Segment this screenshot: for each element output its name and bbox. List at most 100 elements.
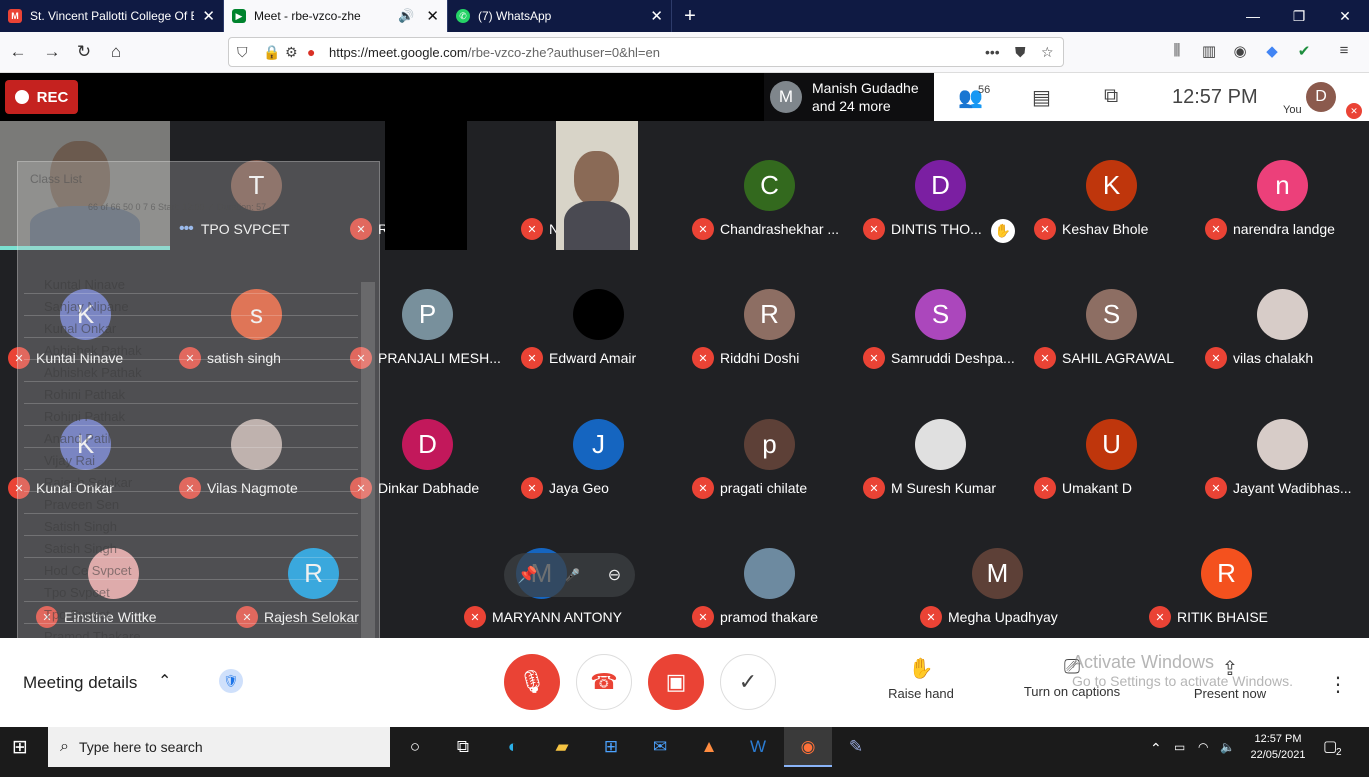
pin-icon[interactable]: 📌: [518, 565, 538, 585]
extension-check-button[interactable]: ✓: [720, 654, 776, 710]
raise-hand-button[interactable]: ✋ Raise hand: [861, 656, 981, 701]
participant-tile[interactable]: K ✕ Keshav Bhole: [1026, 121, 1197, 250]
library-icon[interactable]: ⫼: [1167, 42, 1187, 59]
task-view-icon[interactable]: ⧉: [450, 735, 476, 759]
presenter-chip[interactable]: M Manish Gudadhe and 24 more: [764, 73, 934, 121]
menu-icon[interactable]: ≡: [1334, 42, 1354, 59]
participant-tile[interactable]: n ✕ narendra landge: [1197, 121, 1368, 250]
close-icon[interactable]: ✕: [650, 7, 663, 25]
back-button[interactable]: ←: [6, 40, 30, 64]
participant-tile[interactable]: R ✕ Riddhi Doshi: [684, 250, 855, 379]
windows-start-icon[interactable]: ⊞: [12, 736, 28, 759]
participant-name: ✕ Keshav Bhole: [1034, 218, 1148, 240]
presenter-more: and 24 more: [812, 98, 891, 114]
tray-chevron-icon[interactable]: ⌃: [1150, 740, 1162, 757]
participant-name-text: Umakant D: [1062, 480, 1133, 496]
taskbar-clock[interactable]: 12:57 PM 22/05/2021: [1243, 731, 1313, 763]
cortana-icon[interactable]: ○: [402, 735, 428, 759]
activities-icon[interactable]: ⧉: [1104, 85, 1118, 108]
participant-name-text: Riddhi Doshi: [720, 350, 800, 366]
url-bar[interactable]: ⛉ 🔒 ⚙ ● https://meet.google.com/rbe-vzco…: [228, 37, 1064, 67]
rec-label: REC: [36, 88, 69, 106]
mic-muted-icon: ✕: [863, 218, 885, 240]
participant-tile[interactable]: S ✕ Samruddi Deshpa...: [855, 250, 1026, 379]
participant-tile[interactable]: ✕ pramod thakare: [684, 509, 855, 638]
forward-button[interactable]: →: [40, 40, 64, 64]
sidebar-icon[interactable]: ▥: [1199, 42, 1219, 60]
participant-name: ✕ pragati chilate: [692, 477, 807, 499]
permissions-icon[interactable]: ⚙: [285, 44, 298, 61]
store-icon[interactable]: ⊞: [598, 735, 624, 759]
participant-name: ✕ M Suresh Kumar: [863, 477, 996, 499]
leave-call-button[interactable]: ☎: [576, 654, 632, 710]
class-list-row: Praveen Sen: [24, 495, 358, 514]
meet-toolbar: 👥 56 ▤ ⧉: [934, 73, 1369, 121]
firefox-icon[interactable]: ◉: [795, 735, 821, 759]
participant-name-text: MARYANN ANTONY: [492, 609, 622, 625]
taskbar-search[interactable]: ⌕ Type here to search: [48, 727, 390, 767]
class-list-row: Sanjay Nipane: [24, 297, 358, 316]
mic-muted-icon: ✕: [1034, 477, 1056, 499]
participant-tile[interactable]: p ✕ pragati chilate: [684, 380, 855, 509]
chevron-up-icon[interactable]: ⌃: [158, 671, 171, 691]
participant-tile[interactable]: C ✕ Chandrashekhar ...: [684, 121, 855, 250]
close-icon[interactable]: ✕: [426, 7, 439, 25]
shield-icon[interactable]: ⛉: [237, 44, 248, 61]
mail-icon[interactable]: ✉: [647, 735, 673, 759]
meeting-details-button[interactable]: Meeting details: [23, 673, 137, 693]
microphone-toggle-button[interactable]: 🎙: [504, 654, 560, 710]
participant-tile[interactable]: S ✕ SAHIL AGRAWAL: [1026, 250, 1197, 379]
matlab-icon[interactable]: ▲: [696, 735, 722, 759]
edge-icon[interactable]: ◐: [500, 735, 526, 759]
close-icon[interactable]: ✕: [202, 7, 215, 25]
lock-icon[interactable]: 🔒: [263, 44, 280, 61]
class-list-row: Rajesh Selokar: [24, 473, 358, 492]
participant-tile[interactable]: M ✕ Megha Upadhyay: [912, 509, 1083, 638]
participant-tile[interactable]: U ✕ Umakant D: [1026, 380, 1197, 509]
home-button[interactable]: ⌂: [104, 40, 128, 64]
recording-badge: REC: [5, 80, 78, 114]
file-explorer-icon[interactable]: ▰: [549, 735, 575, 759]
participant-tile[interactable]: R ✕ RITIK BHAISE: [1141, 509, 1312, 638]
microphone-icon[interactable]: ●: [307, 44, 315, 60]
tab-meet[interactable]: ▶ Meet - rbe-vzco-zhe 🔊 ✕: [224, 0, 448, 32]
security-shield-icon[interactable]: 🛡: [219, 669, 243, 693]
participant-name: ✕ Edward Amair: [521, 347, 636, 369]
volume-icon[interactable]: 🔈: [1220, 740, 1235, 754]
tile-hover-controls[interactable]: 📌 🎤 ⊖: [504, 553, 635, 597]
speaker-icon[interactable]: 🔊: [398, 8, 414, 24]
participant-tile[interactable]: J ✕ Jaya Geo: [513, 380, 684, 509]
self-avatar[interactable]: D: [1306, 82, 1336, 112]
wifi-icon[interactable]: ◠: [1198, 740, 1208, 754]
camera-toggle-button[interactable]: ▣: [648, 654, 704, 710]
bookmark-star-icon[interactable]: ☆: [1041, 44, 1054, 61]
class-list-row: Tpo Svpcet: [24, 583, 358, 602]
pocket-icon[interactable]: ⛊: [1015, 44, 1026, 61]
account-icon[interactable]: ◉: [1230, 42, 1250, 60]
avatar: U: [1086, 419, 1137, 470]
more-options-icon[interactable]: ⋮: [1328, 672, 1348, 697]
restore-button[interactable]: ❐: [1276, 0, 1322, 32]
overlay-scrollbar[interactable]: [361, 282, 375, 662]
mute-participant-icon[interactable]: 🎤: [565, 568, 580, 582]
participant-tile[interactable]: ✕ Edward Amair: [513, 250, 684, 379]
participant-name: ✕ pramod thakare: [692, 606, 818, 628]
participant-tile[interactable]: ✕ vilas chalakh: [1197, 250, 1368, 379]
more-icon[interactable]: •••: [985, 44, 1000, 60]
participant-tile[interactable]: ✕ M Suresh Kumar: [855, 380, 1026, 509]
chat-icon[interactable]: ▤: [1032, 85, 1051, 110]
new-tab-button[interactable]: +: [678, 4, 702, 28]
word-icon[interactable]: W: [745, 735, 771, 759]
extension-icon[interactable]: ◆: [1262, 42, 1282, 60]
tab-whatsapp[interactable]: ✆ (7) WhatsApp ✕: [448, 0, 672, 32]
paint-icon[interactable]: ✎: [843, 735, 869, 759]
tab-title: (7) WhatsApp: [478, 9, 552, 23]
tab-gmail[interactable]: M St. Vincent Pallotti College Of E ✕: [0, 0, 224, 32]
reload-button[interactable]: ↻: [72, 40, 96, 64]
participant-tile[interactable]: ✕ Jayant Wadibhas...: [1197, 380, 1368, 509]
close-window-button[interactable]: ✕: [1322, 0, 1368, 32]
check-extension-icon[interactable]: ✔: [1294, 42, 1314, 60]
minimize-button[interactable]: —: [1230, 0, 1276, 32]
remove-icon[interactable]: ⊖: [608, 565, 621, 585]
battery-icon[interactable]: ▭: [1174, 740, 1185, 754]
